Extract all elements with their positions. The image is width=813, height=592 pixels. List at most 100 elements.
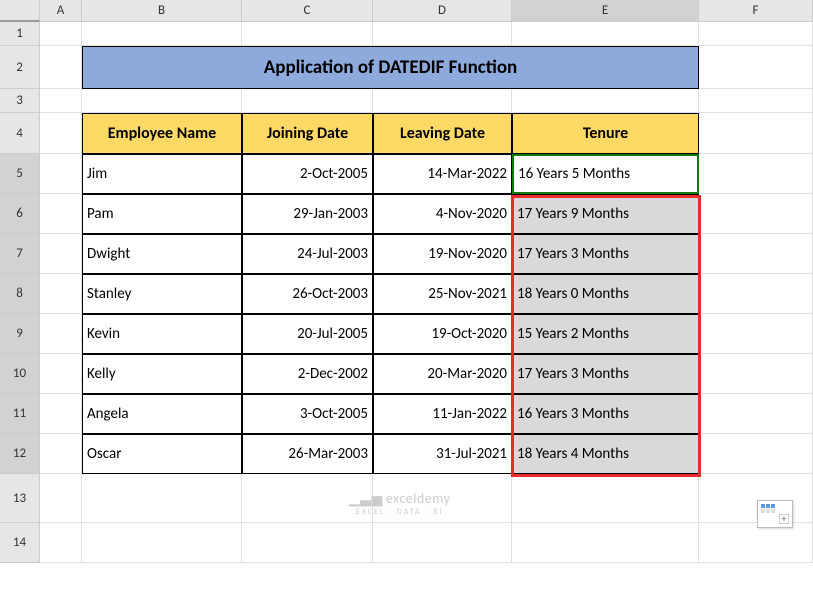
cell[interactable] [40, 474, 82, 523]
col-header-F[interactable]: F [699, 0, 813, 22]
row-header-10[interactable]: 10 [0, 354, 40, 394]
row-header-9[interactable]: 9 [0, 314, 40, 354]
cell[interactable] [699, 274, 813, 314]
cell[interactable] [699, 314, 813, 354]
row-header-5[interactable]: 5 [0, 154, 40, 194]
col-header-D[interactable]: D [373, 0, 512, 22]
cell[interactable] [373, 22, 512, 46]
col-header-E[interactable]: E [512, 0, 699, 22]
cell[interactable] [699, 354, 813, 394]
data-name[interactable]: Dwight [82, 234, 242, 274]
row-header-8[interactable]: 8 [0, 274, 40, 314]
data-name[interactable]: Kelly [82, 354, 242, 394]
cell[interactable] [40, 194, 82, 234]
row-header-3[interactable]: 3 [0, 89, 40, 113]
cell[interactable] [40, 434, 82, 474]
cell[interactable] [699, 46, 813, 89]
row-header-2[interactable]: 2 [0, 46, 40, 89]
data-leave[interactable]: 20-Mar-2020 [373, 354, 512, 394]
data-name[interactable]: Stanley [82, 274, 242, 314]
data-leave[interactable]: 14-Mar-2022 [373, 154, 512, 194]
cell[interactable] [40, 22, 82, 46]
cell[interactable] [82, 474, 242, 523]
cell[interactable] [699, 434, 813, 474]
data-tenure[interactable]: 15 Years 2 Months [512, 314, 699, 354]
cell[interactable] [512, 523, 699, 563]
row-header-4[interactable]: 4 [0, 113, 40, 154]
data-tenure[interactable]: 18 Years 4 Months [512, 434, 699, 474]
cell[interactable] [699, 523, 813, 563]
header-join[interactable]: Joining Date [242, 113, 373, 154]
data-name[interactable]: Pam [82, 194, 242, 234]
col-header-B[interactable]: B [82, 0, 242, 22]
data-leave[interactable]: 19-Oct-2020 [373, 314, 512, 354]
cell[interactable] [40, 394, 82, 434]
cell[interactable] [40, 46, 82, 89]
data-leave[interactable]: 19-Nov-2020 [373, 234, 512, 274]
row-header-7[interactable]: 7 [0, 234, 40, 274]
data-tenure[interactable]: 17 Years 3 Months [512, 234, 699, 274]
data-name[interactable]: Oscar [82, 434, 242, 474]
data-leave[interactable]: 11-Jan-2022 [373, 394, 512, 434]
cell[interactable] [40, 354, 82, 394]
data-name[interactable]: Angela [82, 394, 242, 434]
cell[interactable] [699, 154, 813, 194]
cell[interactable] [40, 89, 82, 113]
data-leave[interactable]: 4-Nov-2020 [373, 194, 512, 234]
data-join[interactable]: 3-Oct-2005 [242, 394, 373, 434]
cell[interactable] [512, 22, 699, 46]
select-all-corner[interactable] [0, 0, 40, 22]
cell[interactable] [40, 314, 82, 354]
cell[interactable] [82, 523, 242, 563]
title-cell[interactable]: Application of DATEDIF Function [82, 46, 699, 89]
data-name[interactable]: Jim [82, 154, 242, 194]
row-header-11[interactable]: 11 [0, 394, 40, 434]
data-name[interactable]: Kevin [82, 314, 242, 354]
cell[interactable] [699, 113, 813, 154]
data-join[interactable]: 2-Dec-2002 [242, 354, 373, 394]
data-tenure[interactable]: 17 Years 9 Months [512, 194, 699, 234]
cell[interactable] [699, 89, 813, 113]
row-header-13[interactable]: 13 [0, 474, 40, 523]
cell[interactable] [242, 22, 373, 46]
cell[interactable] [512, 89, 699, 113]
data-join[interactable]: 26-Mar-2003 [242, 434, 373, 474]
cell[interactable] [373, 89, 512, 113]
data-join[interactable]: 29-Jan-2003 [242, 194, 373, 234]
row-header-6[interactable]: 6 [0, 194, 40, 234]
data-join[interactable]: 2-Oct-2005 [242, 154, 373, 194]
cell[interactable] [699, 194, 813, 234]
header-leave[interactable]: Leaving Date [373, 113, 512, 154]
cell[interactable] [699, 474, 813, 523]
cell[interactable] [699, 22, 813, 46]
data-tenure[interactable]: 17 Years 3 Months [512, 354, 699, 394]
cell[interactable] [699, 394, 813, 434]
data-join[interactable]: 26-Oct-2003 [242, 274, 373, 314]
cell[interactable] [699, 234, 813, 274]
header-name[interactable]: Employee Name [82, 113, 242, 154]
cell[interactable] [40, 274, 82, 314]
cell[interactable] [373, 523, 512, 563]
header-tenure[interactable]: Tenure [512, 113, 699, 154]
data-join[interactable]: 20-Jul-2005 [242, 314, 373, 354]
autofill-options-button[interactable]: + [757, 500, 793, 528]
data-join[interactable]: 24-Jul-2003 [242, 234, 373, 274]
cell[interactable] [242, 523, 373, 563]
cell[interactable] [40, 154, 82, 194]
data-leave[interactable]: 25-Nov-2021 [373, 274, 512, 314]
row-header-14[interactable]: 14 [0, 523, 40, 563]
cell[interactable] [40, 234, 82, 274]
data-leave[interactable]: 31-Jul-2021 [373, 434, 512, 474]
col-header-A[interactable]: A [40, 0, 82, 22]
row-header-1[interactable]: 1 [0, 22, 40, 46]
col-header-C[interactable]: C [242, 0, 373, 22]
cell[interactable] [82, 22, 242, 46]
cell[interactable] [512, 474, 699, 523]
data-tenure-active[interactable]: 16 Years 5 Months [512, 154, 699, 194]
cell[interactable] [40, 523, 82, 563]
data-tenure[interactable]: 18 Years 0 Months [512, 274, 699, 314]
row-header-12[interactable]: 12 [0, 434, 40, 474]
cell[interactable] [40, 113, 82, 154]
cell[interactable] [242, 89, 373, 113]
cell[interactable] [82, 89, 242, 113]
